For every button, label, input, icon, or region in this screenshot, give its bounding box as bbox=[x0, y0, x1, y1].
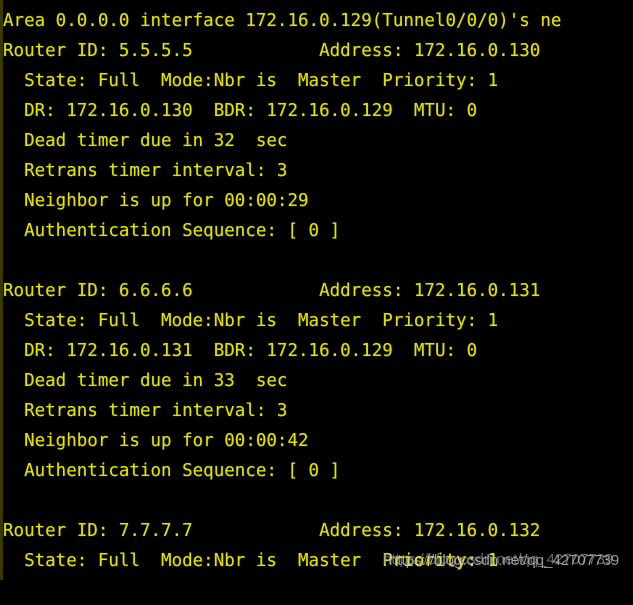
terminal-line: Authentication Sequence: [ 0 ] bbox=[3, 461, 341, 481]
terminal-output: Area 0.0.0.0 interface 172.16.0.129(Tunn… bbox=[3, 6, 633, 580]
terminal-line: State: Full Mode:Nbr is Master Priority:… bbox=[3, 551, 499, 571]
terminal-line: DR: 172.16.0.132 BDR: 172.16.0.129 MTU: … bbox=[3, 576, 633, 580]
terminal-line: Router ID: 6.6.6.6 Address: 172.16.0.131 bbox=[3, 281, 541, 301]
terminal-line: Router ID: 7.7.7.7 Address: 172.16.0.132 bbox=[3, 521, 541, 541]
terminal-line: DR: 172.16.0.131 BDR: 172.16.0.129 MTU: … bbox=[3, 341, 478, 361]
terminal-line: Authentication Sequence: [ 0 ] bbox=[3, 221, 341, 241]
terminal-line: Neighbor is up for 00:00:29 bbox=[3, 191, 309, 211]
terminal-line: Retrans timer interval: 3 bbox=[3, 401, 288, 421]
terminal-line: Dead timer due in 33 sec bbox=[3, 371, 288, 391]
terminal-line: Dead timer due in 32 sec bbox=[3, 131, 288, 151]
left-edge-strip bbox=[0, 0, 3, 580]
terminal-screen[interactable]: Area 0.0.0.0 interface 172.16.0.129(Tunn… bbox=[0, 0, 633, 580]
terminal-line: Area 0.0.0.0 interface 172.16.0.129(Tunn… bbox=[3, 11, 562, 31]
terminal-line: State: Full Mode:Nbr is Master Priority:… bbox=[3, 311, 499, 331]
terminal-line: Neighbor is up for 00:00:42 bbox=[3, 431, 309, 451]
terminal-line: Router ID: 5.5.5.5 Address: 172.16.0.130 bbox=[3, 41, 541, 61]
terminal-line: Retrans timer interval: 3 bbox=[3, 161, 288, 181]
terminal-line: State: Full Mode:Nbr is Master Priority:… bbox=[3, 71, 499, 91]
terminal-line: DR: 172.16.0.130 BDR: 172.16.0.129 MTU: … bbox=[3, 101, 478, 121]
